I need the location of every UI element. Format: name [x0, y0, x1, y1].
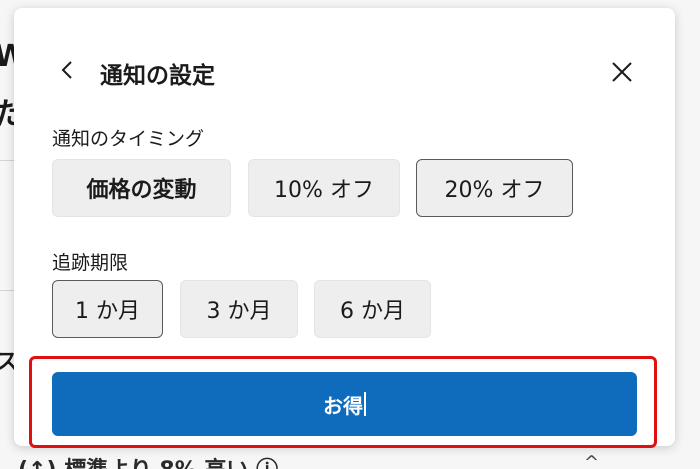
- timing-option-label: 10% オフ: [274, 178, 374, 203]
- timing-option-10-off[interactable]: 10% オフ: [248, 159, 400, 217]
- duration-option-label: 6 か月: [340, 299, 405, 324]
- timing-section-label: 通知のタイミング: [52, 128, 205, 150]
- timing-option-label: 20% オフ: [444, 178, 545, 203]
- duration-section-label: 追跡期限: [52, 252, 129, 274]
- deal-button-label: お得: [323, 393, 363, 418]
- timing-option-label: 価格の変動: [86, 178, 197, 203]
- duration-option-3-months[interactable]: 3 か月: [180, 280, 298, 338]
- panel-title: 通知の設定: [100, 63, 215, 89]
- duration-option-1-month[interactable]: 1 か月: [52, 280, 163, 338]
- duration-option-label: 1 か月: [75, 299, 140, 324]
- duration-option-6-months[interactable]: 6 か月: [314, 280, 431, 338]
- deal-button[interactable]: お得: [52, 372, 637, 436]
- chevron-up-icon[interactable]: ^: [584, 452, 599, 469]
- close-icon: [612, 62, 632, 82]
- timing-option-20-off[interactable]: 20% オフ: [416, 159, 573, 217]
- text-cursor: [364, 392, 366, 416]
- notification-settings-panel: 通知の設定 通知のタイミング 価格の変動 10% オフ 20% オフ 追跡期限 …: [14, 8, 675, 448]
- timing-option-price-change[interactable]: 価格の変動: [52, 159, 231, 217]
- price-comparison-text: (↑) 標準より 8% 高い ⓘ: [18, 452, 278, 469]
- close-button[interactable]: [604, 54, 640, 90]
- back-button[interactable]: [52, 52, 82, 88]
- duration-option-label: 3 か月: [206, 299, 272, 324]
- chevron-left-icon: [61, 61, 72, 79]
